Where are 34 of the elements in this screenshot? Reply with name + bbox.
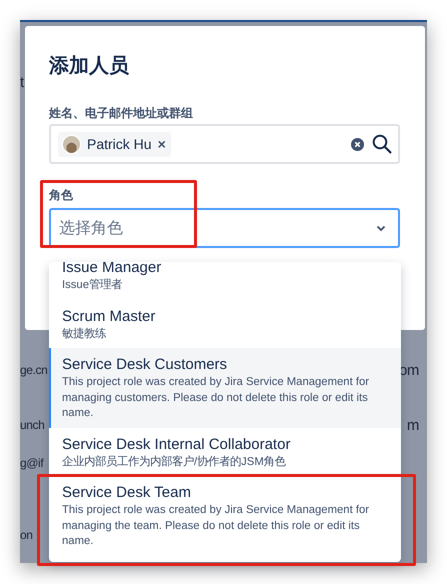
background-text: ge.cn bbox=[20, 363, 48, 377]
select-placeholder: 选择角色 bbox=[59, 218, 124, 238]
background-text: unch bbox=[20, 418, 44, 432]
option-description: This project role was created by Jira Service Management for managing the team. Please do not delete this role or edit its name. bbox=[62, 503, 370, 549]
remove-button[interactable]: × bbox=[158, 136, 166, 152]
option-title: Service Desk Internal Collaborator bbox=[62, 434, 292, 454]
field-label: 姓名、电子邮件地址或群组 bbox=[49, 105, 194, 121]
field-label: 角色 bbox=[49, 187, 74, 203]
role-option[interactable]: Service Desk Internal Collaborator 企业内部员工作为内部客户/协作者的JSM角色 bbox=[49, 428, 401, 476]
option-description: This project role was created by Jira Service Management for managing customers. Please do not delete this role or edit its name. bbox=[62, 375, 370, 421]
role-option[interactable]: Service Desk Team This project role was created by Jira Service Management for managing the team. Please do not delete this role or edit its name. bbox=[49, 476, 401, 562]
option-title: Service Desk Customers bbox=[62, 355, 228, 374]
avatar-icon bbox=[62, 134, 81, 154]
dialog-title: 添加人员 bbox=[49, 54, 130, 79]
option-description: Issue管理者 bbox=[62, 278, 124, 293]
option-title: Scrum Master bbox=[62, 306, 156, 326]
role-select[interactable]: 选择角色 bbox=[49, 208, 400, 248]
option-description: 敏捷教练 bbox=[62, 326, 107, 342]
chevron-down-icon bbox=[376, 224, 386, 232]
people-field[interactable]: Patrick Hu × bbox=[49, 124, 400, 164]
role-option[interactable]: Service Desk Customers This project role was created by Jira Service Management for managing customers. Please do not delete this role or edit its name. bbox=[49, 348, 401, 428]
role-option[interactable]: Issue Manager Issue管理者 bbox=[49, 262, 401, 300]
person-name: Patrick Hu bbox=[87, 136, 152, 152]
option-title: Issue Manager bbox=[62, 262, 162, 277]
background-text: m bbox=[406, 417, 419, 434]
background-text: t bbox=[20, 74, 24, 91]
background-text: g@if bbox=[20, 456, 44, 471]
clear-icon[interactable] bbox=[351, 138, 364, 150]
role-option[interactable]: Scrum Master 敏捷教练 bbox=[49, 300, 401, 348]
person-chip[interactable]: Patrick Hu × bbox=[58, 132, 171, 156]
search-icon[interactable] bbox=[372, 134, 392, 154]
option-description: 企业内部员工作为内部客户/协作者的JSM角色 bbox=[62, 454, 287, 470]
option-title: Service Desk Team bbox=[62, 483, 192, 502]
background-text: on bbox=[20, 528, 33, 542]
